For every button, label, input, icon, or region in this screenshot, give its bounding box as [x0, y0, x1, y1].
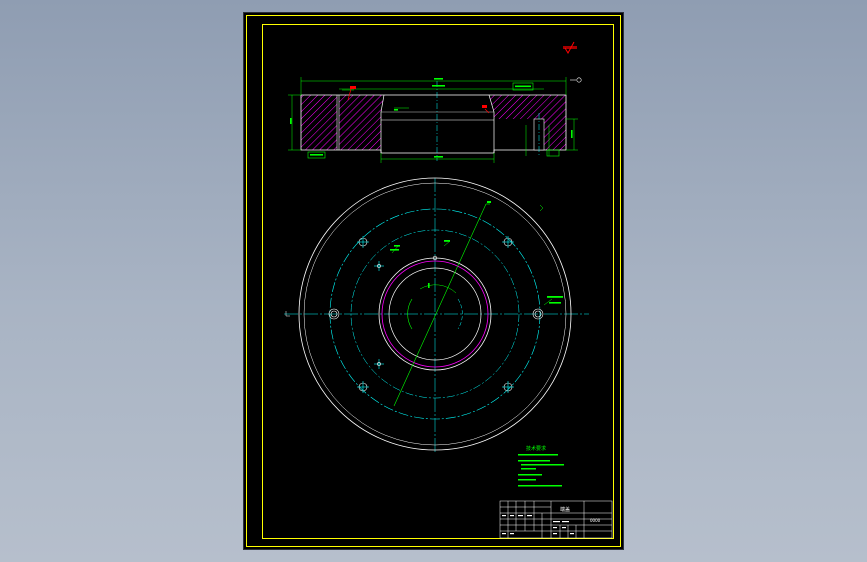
datum-symbol	[570, 77, 582, 83]
bolt-hole-top-right	[502, 236, 514, 248]
drawing-sheet: 技术要求 端盖 0000	[244, 13, 623, 549]
hatch-right	[489, 95, 566, 150]
hatch-mid-left	[339, 95, 384, 150]
end-cover-drawing: 技术要求 端盖 0000	[246, 15, 621, 547]
title-block: 端盖 0000	[499, 500, 613, 539]
bolt-hole-top-left	[357, 236, 369, 248]
bolt-hole-bottom-left	[357, 381, 369, 393]
technical-notes: 技术要求	[518, 445, 564, 487]
drawing-number: 0000	[590, 518, 601, 523]
pin-hole-lower	[374, 359, 384, 369]
pin-hole-upper	[374, 261, 384, 271]
plan-view	[284, 177, 589, 453]
roughness-mark	[563, 41, 577, 55]
bolt-hole-bottom-right	[502, 381, 514, 393]
cad-viewport[interactable]: 技术要求 端盖 0000	[0, 0, 867, 562]
hatch-left	[301, 95, 337, 150]
part-name: 端盖	[560, 506, 570, 513]
notes-heading: 技术要求	[526, 445, 546, 452]
section-view	[288, 77, 582, 163]
